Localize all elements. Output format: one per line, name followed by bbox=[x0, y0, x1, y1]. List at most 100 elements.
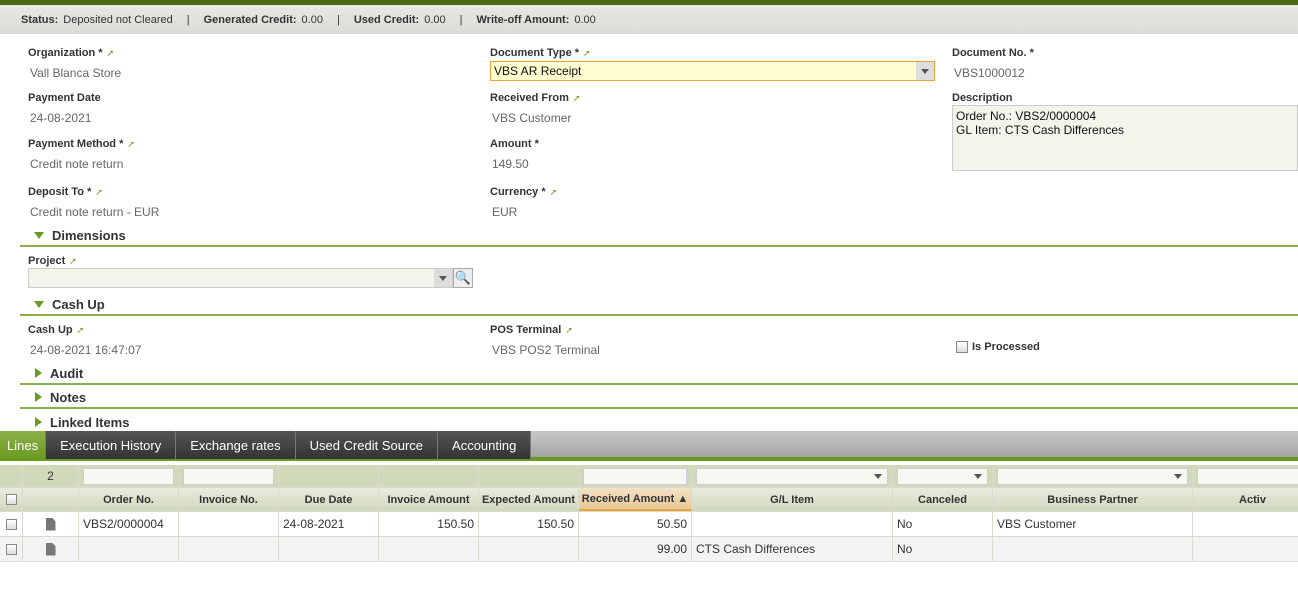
chevron-down-icon[interactable] bbox=[974, 473, 982, 479]
organization-label: Organization * bbox=[28, 47, 103, 59]
filter-business-partner[interactable] bbox=[993, 465, 1193, 487]
section-notes[interactable]: Notes bbox=[20, 387, 1298, 409]
row-select-cell[interactable] bbox=[0, 537, 23, 561]
cell-order-no bbox=[79, 537, 179, 561]
pos-terminal-value: VBS POS2 Terminal bbox=[492, 343, 600, 357]
cash-up-value: 24-08-2021 16:47:07 bbox=[30, 343, 142, 357]
filter-expected-amount[interactable] bbox=[479, 465, 579, 487]
is-processed-label: Is Processed bbox=[972, 341, 1040, 353]
filter-active[interactable] bbox=[1193, 465, 1298, 487]
row-edit-cell[interactable] bbox=[23, 512, 79, 536]
link-icon[interactable]: ➚ bbox=[77, 325, 85, 336]
link-icon[interactable]: ➚ bbox=[95, 187, 103, 198]
tab-accounting[interactable]: Accounting bbox=[438, 431, 532, 459]
cell-canceled: No bbox=[893, 512, 993, 536]
row-edit-cell[interactable] bbox=[23, 537, 79, 561]
is-processed-checkbox[interactable] bbox=[956, 341, 968, 353]
separator: | bbox=[459, 13, 463, 26]
expand-icon bbox=[35, 417, 42, 427]
document-icon[interactable] bbox=[45, 517, 56, 531]
description-textarea[interactable]: Order No.: VBS2/0000004 GL Item: CTS Cas… bbox=[952, 105, 1298, 171]
table-row[interactable]: 99.00 CTS Cash Differences No bbox=[0, 537, 1298, 562]
received-from-value: VBS Customer bbox=[492, 111, 572, 125]
received-from-field: Received From ➚ VBS Customer bbox=[490, 90, 580, 125]
link-icon[interactable]: ➚ bbox=[573, 93, 581, 104]
search-icon[interactable]: 🔍 bbox=[453, 268, 473, 288]
column-header-order-no[interactable]: Order No. bbox=[79, 488, 179, 511]
cell-canceled: No bbox=[893, 537, 993, 561]
cell-invoice-amount bbox=[379, 537, 479, 561]
project-label: Project bbox=[28, 255, 66, 267]
currency-label: Currency * bbox=[490, 186, 546, 198]
filter-order-no[interactable] bbox=[79, 465, 179, 487]
cell-gl-item: CTS Cash Differences bbox=[692, 537, 893, 561]
column-header-business-partner[interactable]: Business Partner bbox=[993, 488, 1193, 511]
section-cash-up[interactable]: Cash Up bbox=[20, 294, 1298, 316]
cell-active bbox=[1193, 512, 1298, 536]
project-field: Project ➚ bbox=[28, 253, 77, 267]
link-icon[interactable]: ➚ bbox=[107, 48, 115, 59]
row-checkbox[interactable] bbox=[5, 518, 17, 530]
organization-value: Vall Blanca Store bbox=[30, 66, 122, 80]
column-header-invoice-amount[interactable]: Invoice Amount bbox=[379, 488, 479, 511]
cash-up-field: Cash Up ➚ 24-08-2021 16:47:07 bbox=[28, 322, 141, 357]
cell-due-date bbox=[279, 537, 379, 561]
currency-value: EUR bbox=[492, 205, 518, 219]
section-linked-items[interactable]: Linked Items bbox=[20, 411, 1298, 433]
select-all-checkbox[interactable] bbox=[5, 494, 17, 505]
filter-invoice-no[interactable] bbox=[179, 465, 279, 487]
dropdown-button[interactable] bbox=[916, 62, 934, 80]
separator: | bbox=[186, 13, 190, 26]
payment-date-label: Payment Date bbox=[28, 92, 101, 104]
column-header-canceled[interactable]: Canceled bbox=[893, 488, 993, 511]
lines-grid: 2 Order No. Invoice No. Due Date Invoice… bbox=[0, 465, 1298, 562]
tab-execution-history[interactable]: Execution History bbox=[46, 431, 177, 459]
cell-expected-amount: 150.50 bbox=[479, 512, 579, 536]
generated-credit-label: Generated Credit: bbox=[203, 13, 297, 26]
filter-canceled[interactable] bbox=[893, 465, 993, 487]
column-header-active[interactable]: Activ bbox=[1193, 488, 1298, 511]
tab-exchange-rates[interactable]: Exchange rates bbox=[176, 431, 296, 459]
document-no-value: VBS1000012 bbox=[954, 66, 1025, 80]
column-header-gl-item[interactable]: G/L Item bbox=[692, 488, 893, 511]
link-icon[interactable]: ➚ bbox=[127, 139, 135, 150]
link-icon[interactable]: ➚ bbox=[550, 187, 558, 198]
status-value: Deposited not Cleared bbox=[63, 13, 173, 26]
column-header-due-date[interactable]: Due Date bbox=[279, 488, 379, 511]
link-icon[interactable]: ➚ bbox=[69, 256, 77, 267]
filter-due-date[interactable] bbox=[279, 465, 379, 487]
row-checkbox[interactable] bbox=[5, 543, 17, 555]
chevron-down-icon[interactable] bbox=[874, 473, 882, 479]
column-header-expected-amount[interactable]: Expected Amount bbox=[479, 488, 579, 511]
section-audit[interactable]: Audit bbox=[20, 363, 1298, 385]
link-icon[interactable]: ➚ bbox=[565, 325, 573, 336]
filter-invoice-amount[interactable] bbox=[379, 465, 479, 487]
document-type-select[interactable]: VBS AR Receipt bbox=[490, 61, 935, 81]
column-header-invoice-no[interactable]: Invoice No. bbox=[179, 488, 279, 511]
header-spacer bbox=[23, 488, 79, 511]
dropdown-button[interactable] bbox=[434, 269, 452, 287]
cell-gl-item bbox=[692, 512, 893, 536]
chevron-down-icon[interactable] bbox=[1174, 473, 1182, 479]
document-no-label: Document No. * bbox=[952, 47, 1034, 59]
document-type-value: VBS AR Receipt bbox=[494, 64, 582, 78]
tab-used-credit-source[interactable]: Used Credit Source bbox=[295, 431, 439, 459]
organization-field: Organization * ➚ Vall Blanca Store bbox=[28, 45, 121, 80]
writeoff-value: 0.00 bbox=[574, 13, 596, 26]
payment-date-field: Payment Date 24-08-2021 bbox=[28, 90, 101, 125]
select-all-cell[interactable] bbox=[0, 488, 23, 511]
table-row[interactable]: VBS2/0000004 24-08-2021 150.50 150.50 50… bbox=[0, 512, 1298, 537]
cell-business-partner bbox=[993, 537, 1193, 561]
row-select-cell[interactable] bbox=[0, 512, 23, 536]
document-type-label: Document Type * bbox=[490, 47, 580, 59]
project-select[interactable] bbox=[28, 268, 453, 288]
document-icon[interactable] bbox=[45, 542, 56, 556]
column-header-received-amount[interactable]: Received Amount ▲ bbox=[579, 488, 692, 511]
section-dimensions[interactable]: Dimensions bbox=[20, 225, 1298, 247]
filter-received-amount[interactable] bbox=[579, 465, 692, 487]
filter-gl-item[interactable] bbox=[692, 465, 893, 487]
link-icon[interactable]: ➚ bbox=[583, 48, 591, 59]
tab-lines[interactable]: Lines bbox=[0, 431, 47, 459]
payment-date-value: 24-08-2021 bbox=[30, 111, 92, 125]
section-title: Dimensions bbox=[52, 227, 126, 243]
